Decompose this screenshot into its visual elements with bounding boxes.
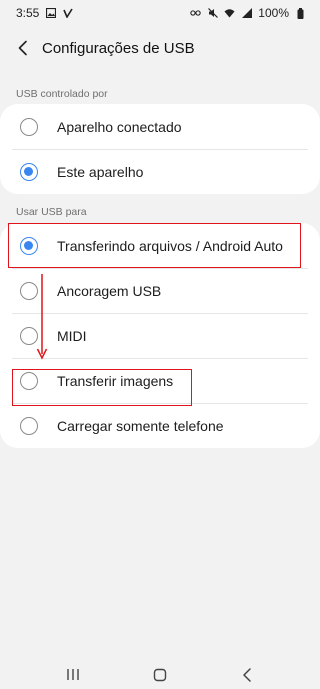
gallery-icon bbox=[45, 8, 56, 19]
annotation-arrow-down-icon bbox=[36, 274, 48, 360]
option-label: Carregar somente telefone bbox=[57, 417, 224, 434]
option-usb-tethering[interactable]: Ancoragem USB bbox=[0, 268, 320, 313]
app-bar: Configurações de USB bbox=[0, 30, 320, 66]
status-right: 100% bbox=[190, 6, 306, 20]
chevron-left-icon bbox=[18, 40, 27, 56]
annotation-highlight-box-transfer-images bbox=[12, 369, 192, 406]
home-button[interactable] bbox=[140, 663, 180, 687]
option-charge-only[interactable]: Carregar somente telefone bbox=[0, 403, 320, 448]
navigation-bar bbox=[0, 660, 320, 689]
annotation-highlight-box-file-transfer bbox=[8, 223, 301, 268]
option-midi[interactable]: MIDI bbox=[0, 313, 320, 358]
home-icon bbox=[153, 668, 167, 681]
signal-icon bbox=[241, 8, 252, 19]
option-connected-device[interactable]: Aparelho conectado bbox=[0, 104, 320, 149]
option-label: Ancoragem USB bbox=[57, 282, 162, 299]
battery-percent: 100% bbox=[258, 6, 289, 20]
section-label-usb-controlled-by: USB controlado por bbox=[16, 88, 108, 100]
mute-icon bbox=[207, 8, 218, 19]
status-bar: 3:55 100% bbox=[0, 0, 320, 26]
back-icon bbox=[242, 667, 251, 682]
nav-back-button[interactable] bbox=[227, 663, 267, 687]
recents-button[interactable] bbox=[53, 663, 93, 687]
option-this-device[interactable]: Este aparelho bbox=[0, 149, 320, 194]
key-icon bbox=[190, 8, 202, 19]
usb-controlled-by-card: Aparelho conectado Este aparelho bbox=[0, 104, 320, 194]
check-icon bbox=[62, 8, 73, 19]
wifi-icon bbox=[224, 8, 235, 19]
radio-button[interactable] bbox=[20, 117, 38, 136]
option-label: Este aparelho bbox=[57, 163, 144, 180]
recents-icon bbox=[67, 669, 80, 680]
status-left: 3:55 bbox=[16, 6, 73, 20]
back-button[interactable] bbox=[8, 33, 38, 63]
battery-icon bbox=[295, 7, 306, 19]
option-label: Aparelho conectado bbox=[57, 118, 182, 135]
option-label: MIDI bbox=[57, 327, 87, 344]
section-label-use-usb-for: Usar USB para bbox=[16, 206, 87, 218]
radio-button[interactable] bbox=[20, 416, 38, 435]
radio-button-checked[interactable] bbox=[20, 162, 38, 181]
status-time: 3:55 bbox=[16, 6, 40, 20]
page-title: Configurações de USB bbox=[42, 39, 195, 57]
